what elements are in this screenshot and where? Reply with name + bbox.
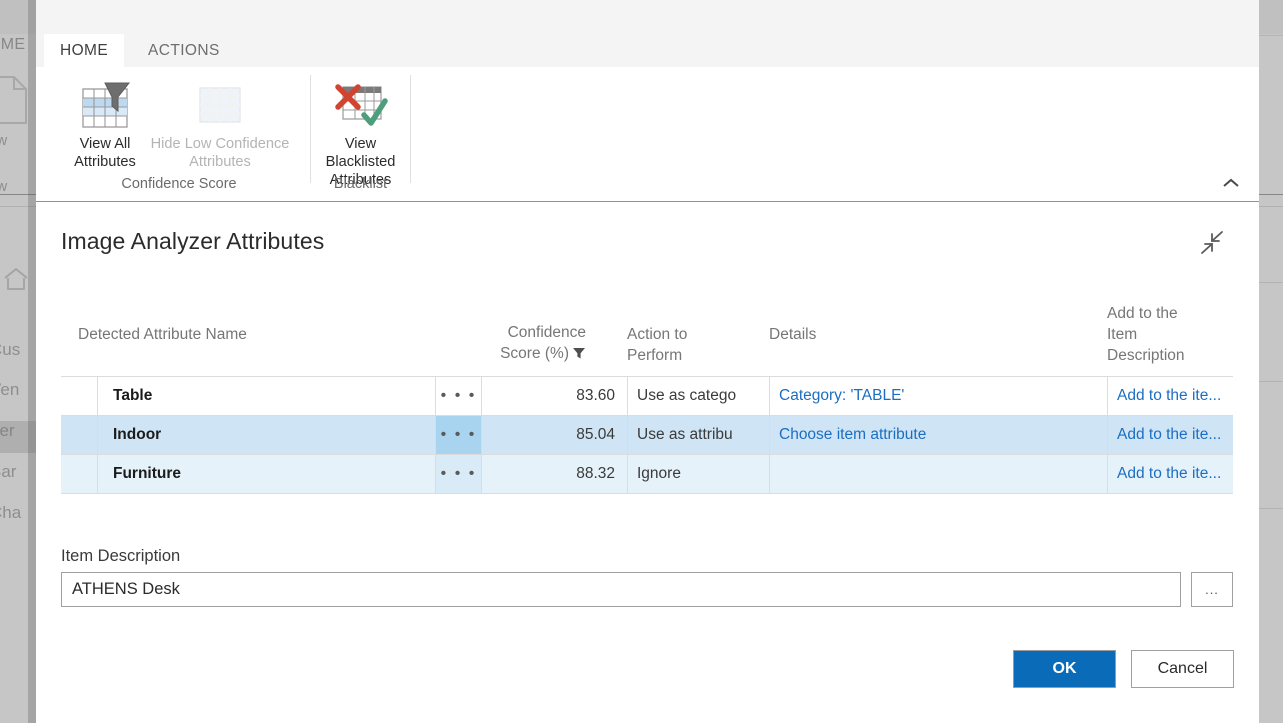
view-all-attributes-line1: View All [79, 136, 131, 152]
column-header-action-to-perform: Action to Perform [627, 324, 687, 366]
item-description-lookup-button[interactable]: ... [1191, 572, 1233, 607]
cell-add-to-item-description-link[interactable]: Add to the ite... [1107, 455, 1233, 493]
cell-details-link[interactable]: Category: 'TABLE' [769, 377, 1107, 415]
row-actions-ellipsis-icon[interactable]: • • • [435, 416, 481, 454]
cell-action-to-perform[interactable]: Use as catego [627, 377, 769, 415]
tab-home[interactable]: HOME [44, 34, 124, 68]
ribbon-group-divider-2 [410, 75, 411, 183]
item-description-input[interactable] [61, 572, 1181, 607]
cell-action-to-perform[interactable]: Ignore [627, 455, 769, 493]
column-header-confidence-score: Confidence Score (%) [471, 322, 586, 366]
funnel-filter-icon[interactable] [572, 345, 586, 366]
table-row[interactable]: Indoor • • • 85.04 Use as attribu Choose… [61, 416, 1233, 455]
cell-confidence-score: 83.60 [481, 377, 627, 415]
ribbon: View All Attributes Hide Low Confidence … [36, 67, 1259, 202]
ribbon-tabstrip: HOME ACTIONS [36, 34, 1259, 68]
ok-button[interactable]: OK [1013, 650, 1116, 688]
hide-low-confidence-attributes-button[interactable]: Hide Low Confidence Attributes [136, 81, 304, 171]
grid-cross-check-icon [311, 81, 410, 129]
ribbon-group-confidence-score: View All Attributes Hide Low Confidence … [48, 67, 310, 201]
view-all-attributes-line2: Attributes [74, 154, 136, 170]
collapse-diagonal-arrows-icon[interactable] [1195, 228, 1229, 258]
cell-detected-attribute-name: Table [97, 377, 435, 415]
grid-disabled-icon [136, 81, 304, 129]
add-to-item-line1: Add to the [1107, 305, 1178, 322]
cell-detected-attribute-name: Furniture [97, 455, 435, 493]
table-header: Detected Attribute Name Confidence Score… [61, 294, 1233, 376]
cancel-button[interactable]: Cancel [1131, 650, 1234, 688]
cell-details-link[interactable] [769, 455, 1107, 493]
cell-detected-attribute-name: Indoor [97, 416, 435, 454]
row-selector[interactable] [61, 377, 97, 415]
row-selector[interactable] [61, 455, 97, 493]
cell-add-to-item-description-link[interactable]: Add to the ite... [1107, 416, 1233, 454]
modal-scrim-right [1259, 0, 1283, 723]
view-blacklisted-line1: View Blacklisted [325, 136, 396, 170]
column-header-detected-attribute-name: Detected Attribute Name [78, 326, 247, 343]
view-blacklisted-attributes-button[interactable]: View Blacklisted Attributes [311, 81, 410, 189]
column-header-add-to-item-description: Add to the Item Description [1107, 303, 1185, 366]
attributes-table: Detected Attribute Name Confidence Score… [61, 294, 1233, 494]
add-to-item-line3: Description [1107, 347, 1185, 364]
dialog-body: Image Analyzer Attributes Detected Attri… [36, 202, 1259, 723]
action-to-perform-line2: Perform [627, 347, 683, 364]
add-to-item-line2: Item [1107, 326, 1138, 343]
row-actions-ellipsis-icon[interactable]: • • • [435, 377, 481, 415]
cell-action-to-perform[interactable]: Use as attribu [627, 416, 769, 454]
cell-confidence-score: 88.32 [481, 455, 627, 493]
column-header-details: Details [769, 326, 817, 343]
cell-add-to-item-description-link[interactable]: Add to the ite... [1107, 377, 1233, 415]
table-row[interactable]: Table • • • 83.60 Use as catego Category… [61, 377, 1233, 416]
row-selector[interactable] [61, 416, 97, 454]
confidence-score-line1: Confidence [507, 324, 586, 341]
confidence-score-line2: Score (%) [500, 345, 569, 362]
page-title: Image Analyzer Attributes [61, 228, 325, 254]
dialog-title-bar [36, 0, 1259, 34]
screen: OME ew ew Cus Ven Iter Bar Cha [0, 0, 1283, 723]
chevron-up-icon[interactable] [1219, 173, 1243, 193]
hide-low-confidence-line2: Attributes [189, 154, 251, 170]
table-row[interactable]: Furniture • • • 88.32 Ignore Add to the … [61, 455, 1233, 494]
hide-low-confidence-line1: Hide Low Confidence [150, 136, 290, 152]
ribbon-group-blacklist: View Blacklisted Attributes Blacklist [311, 67, 410, 201]
image-analyzer-dialog: HOME ACTIONS View All Attributes Hide Lo… [36, 0, 1259, 723]
action-to-perform-line1: Action to [627, 326, 688, 343]
row-actions-ellipsis-icon[interactable]: • • • [435, 455, 481, 493]
cell-details-link[interactable]: Choose item attribute [769, 416, 1107, 454]
tab-actions[interactable]: ACTIONS [132, 34, 236, 67]
ribbon-group-label-blacklist: Blacklist [333, 176, 388, 192]
modal-shadow-left [28, 0, 36, 723]
ribbon-group-label-confidence-score: Confidence Score [121, 176, 237, 192]
cell-confidence-score: 85.04 [481, 416, 627, 454]
table-body: Table • • • 83.60 Use as catego Category… [61, 376, 1233, 494]
item-description-label: Item Description [61, 547, 181, 565]
hide-low-confidence-attributes-label: Hide Low Confidence Attributes [136, 135, 304, 171]
